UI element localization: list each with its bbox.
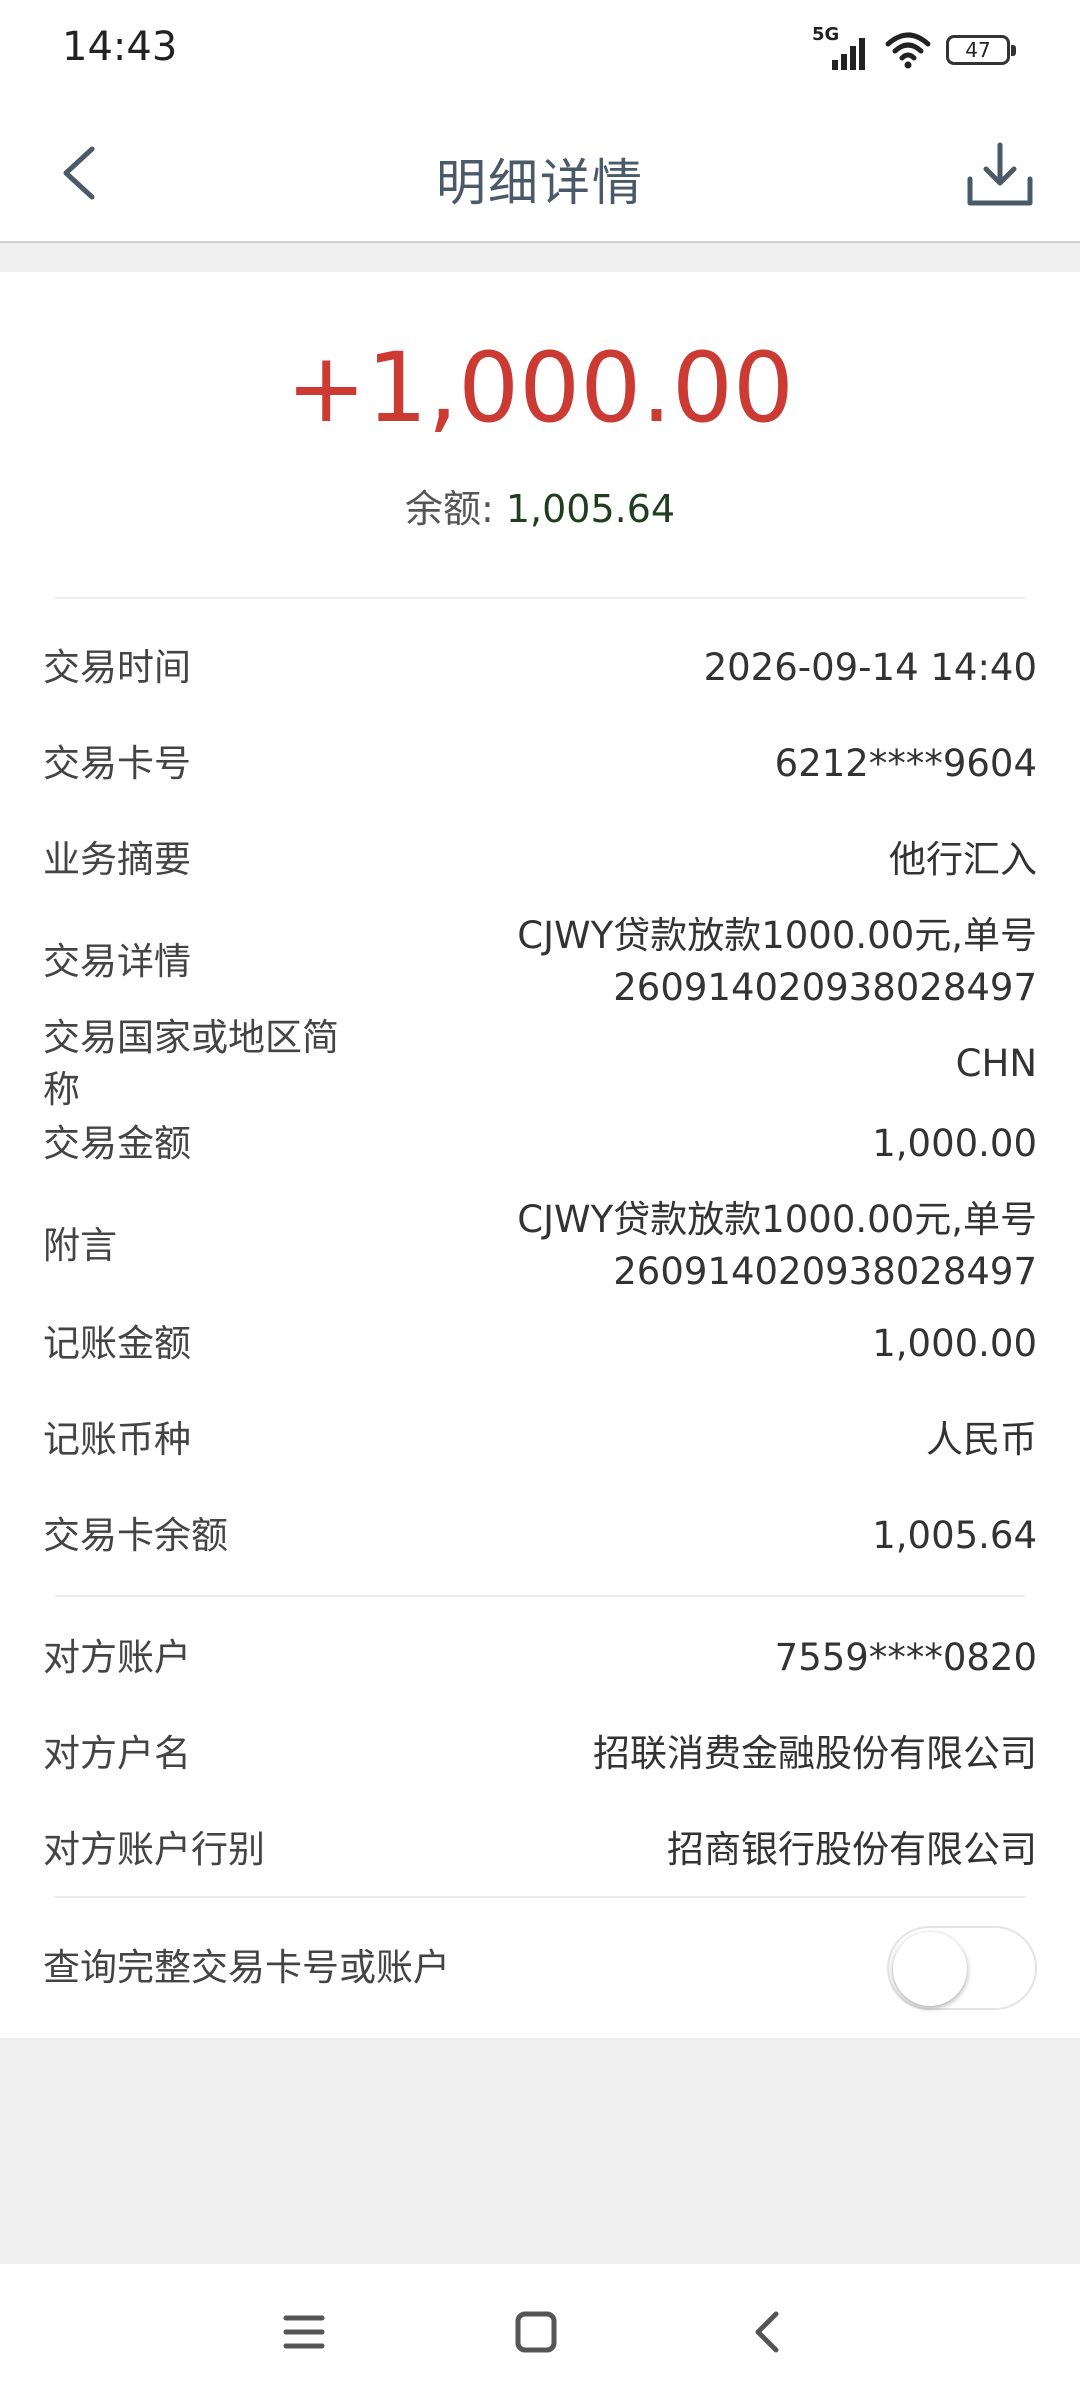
page-title: 明细详情 bbox=[436, 154, 644, 212]
download-button[interactable] bbox=[964, 139, 1036, 211]
battery-level: 47 bbox=[965, 38, 991, 62]
menu-icon bbox=[283, 2315, 325, 2349]
toggle-knob bbox=[893, 1932, 967, 2006]
nav-bar: 明细详情 bbox=[0, 105, 1080, 243]
balance-value: 1,005.64 bbox=[505, 487, 676, 531]
counterparty-label: 对方户名 bbox=[43, 1732, 191, 1775]
divider bbox=[55, 1896, 1025, 1898]
counterparty-row-name: 对方户名 招联消费金融股份有限公司 bbox=[43, 1708, 1037, 1800]
detail-label: 交易金额 bbox=[43, 1122, 191, 1165]
detail-label: 交易详情 bbox=[43, 940, 191, 983]
detail-label: 记账币种 bbox=[43, 1418, 191, 1461]
detail-value: 6212****9604 bbox=[774, 742, 1037, 785]
detail-row-transaction-time: 交易时间 2026-09-14 14:40 bbox=[43, 622, 1037, 714]
detail-card: +1,000.00 余额: 1,005.64 交易时间 2026-09-14 1… bbox=[0, 272, 1080, 2038]
counterparty-row-bank: 对方账户行别 招商银行股份有限公司 bbox=[43, 1804, 1037, 1896]
detail-row-card-balance: 交易卡余额 1,005.64 bbox=[43, 1490, 1037, 1582]
detail-label: 记账金额 bbox=[43, 1322, 191, 1365]
detail-label: 交易时间 bbox=[43, 646, 191, 689]
divider bbox=[55, 1595, 1025, 1597]
detail-value: CJWY贷款放款1000.00元,单号 260914020938028497 bbox=[517, 1198, 1037, 1293]
wifi-icon bbox=[885, 32, 931, 69]
download-icon bbox=[967, 142, 1033, 206]
counterparty-value: 7559****0820 bbox=[774, 1636, 1037, 1679]
detail-value: 人民币 bbox=[926, 1418, 1037, 1461]
detail-label: 业务摘要 bbox=[43, 838, 191, 881]
counterparty-value: 招商银行股份有限公司 bbox=[667, 1828, 1037, 1871]
balance-line: 余额: 1,005.64 bbox=[0, 478, 1080, 533]
detail-label: 交易卡余额 bbox=[43, 1514, 228, 1557]
signal-icon: 5G bbox=[812, 24, 870, 72]
detail-label: 交易卡号 bbox=[43, 742, 191, 785]
system-nav-bar bbox=[0, 2264, 1080, 2400]
toggle-label: 查询完整交易卡号或账户 bbox=[43, 1946, 450, 1989]
detail-value: 1,000.00 bbox=[872, 1122, 1037, 1165]
detail-value: 1,005.64 bbox=[872, 1514, 1037, 1557]
divider bbox=[55, 597, 1025, 599]
back-icon bbox=[755, 2311, 779, 2353]
balance-label: 余额: bbox=[404, 487, 494, 531]
detail-value: 1,000.00 bbox=[872, 1322, 1037, 1365]
home-button[interactable] bbox=[504, 2300, 568, 2364]
detail-row-card-number: 交易卡号 6212****9604 bbox=[43, 718, 1037, 810]
screen: 14:43 5G 47 明细详情 +1,000.00 余额: 1,005.64 … bbox=[0, 0, 1080, 2400]
system-back-button[interactable] bbox=[736, 2300, 800, 2364]
detail-value: CHN bbox=[955, 1042, 1037, 1085]
status-icons: 5G 47 bbox=[812, 24, 1016, 72]
battery-icon: 47 bbox=[946, 35, 1016, 65]
home-icon bbox=[515, 2311, 557, 2353]
full-number-toggle[interactable] bbox=[887, 1926, 1037, 2010]
menu-button[interactable] bbox=[272, 2300, 336, 2364]
counterparty-row-account: 对方账户 7559****0820 bbox=[43, 1612, 1037, 1704]
detail-label: 附言 bbox=[43, 1224, 117, 1267]
detail-row-currency: 记账币种 人民币 bbox=[43, 1394, 1037, 1486]
counterparty-label: 对方账户行别 bbox=[43, 1828, 265, 1871]
detail-row-remark: 附言 CJWY贷款放款1000.00元,单号 26091402093802849… bbox=[43, 1176, 1037, 1316]
transaction-amount: +1,000.00 bbox=[286, 332, 794, 444]
detail-value: 他行汇入 bbox=[889, 838, 1037, 881]
counterparty-value: 招联消费金融股份有限公司 bbox=[593, 1732, 1037, 1775]
detail-value: 2026-09-14 14:40 bbox=[703, 646, 1037, 689]
counterparty-label: 对方账户 bbox=[43, 1636, 191, 1679]
detail-row-posted-amount: 记账金额 1,000.00 bbox=[43, 1298, 1037, 1390]
status-bar: 14:43 5G 47 bbox=[0, 0, 1080, 105]
status-time: 14:43 bbox=[62, 24, 178, 70]
